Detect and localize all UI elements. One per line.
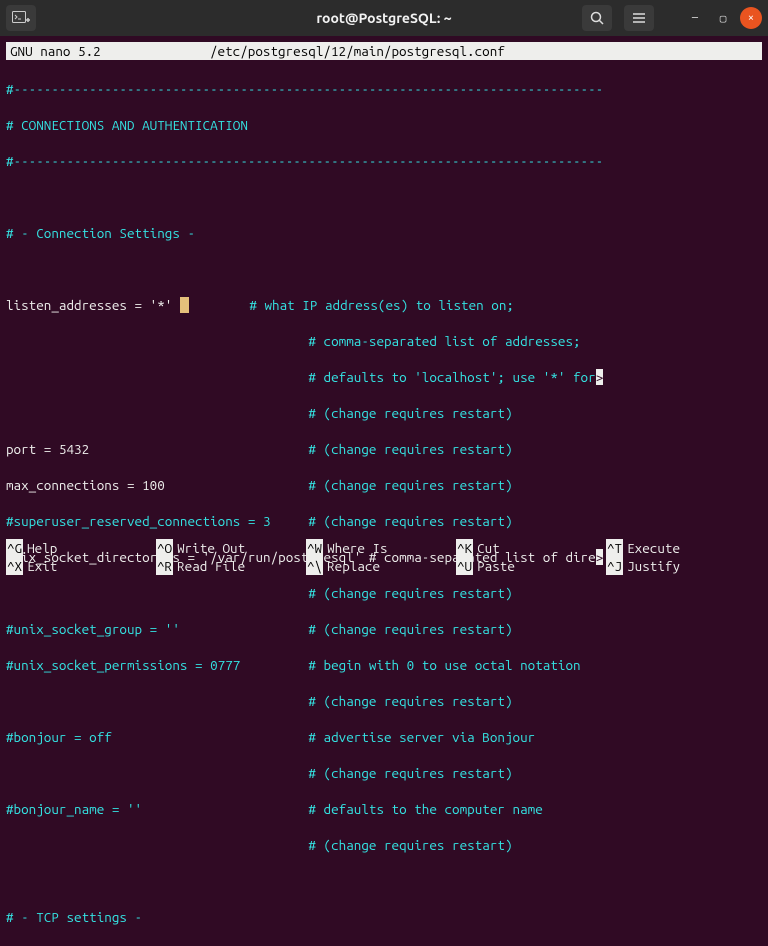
maximize-button[interactable]: ▢ (712, 7, 734, 29)
shortcut-key: ^K (456, 539, 473, 557)
editor-line: # CONNECTIONS AND AUTHENTICATION (6, 116, 762, 134)
shortcut-label: Exit (27, 557, 57, 575)
editor-line: # (change requires restart) (6, 692, 762, 710)
line-text: # defaults to 'localhost'; use '*' for (6, 369, 596, 385)
nano-file-path: /etc/postgresql/12/main/postgresql.conf (210, 42, 758, 60)
shortcut-cut[interactable]: ^KCut (456, 539, 606, 557)
cursor (180, 297, 189, 313)
search-icon (590, 11, 604, 25)
minimize-icon: — (692, 12, 698, 24)
shortcut-writeout[interactable]: ^OWrite Out (156, 539, 306, 557)
hamburger-menu-button[interactable] (624, 5, 654, 31)
line-text: max_connections = 100 (6, 477, 165, 493)
titlebar-left (6, 5, 42, 31)
editor-line: # - TCP settings - (6, 908, 762, 926)
editor-line (6, 260, 762, 278)
shortcut-replace[interactable]: ^\Replace (306, 557, 456, 575)
maximize-icon: ▢ (720, 12, 727, 25)
menu-icon (632, 12, 646, 24)
shortcut-label: Justify (627, 557, 680, 575)
shortcut-help[interactable]: ^GHelp (6, 539, 156, 557)
editor-line: listen_addresses = '*' # what IP address… (6, 296, 762, 314)
editor-line: # - Connection Settings - (6, 224, 762, 242)
shortcut-label: Where Is (327, 539, 387, 557)
shortcut-exit[interactable]: ^XExit (6, 557, 156, 575)
editor-line: #bonjour = off # advertise server via Bo… (6, 728, 762, 746)
shortcut-label: Cut (477, 539, 500, 557)
editor-line: #---------------------------------------… (6, 80, 762, 98)
shortcut-key: ^R (156, 557, 173, 575)
shortcut-key: ^X (6, 557, 23, 575)
editor-line: max_connections = 100 # (change requires… (6, 476, 762, 494)
line-comment: # (change requires restart) (165, 477, 513, 493)
search-button[interactable] (582, 5, 612, 31)
shortcut-row: ^GHelp ^OWrite Out ^WWhere Is ^KCut ^TEx… (6, 539, 762, 557)
editor-line: port = 5432 # (change requires restart) (6, 440, 762, 458)
shortcut-key: ^G (6, 539, 23, 557)
editor-line: # (change requires restart) (6, 764, 762, 782)
shortcut-key: ^W (306, 539, 323, 557)
line-comment: # what IP address(es) to listen on; (189, 297, 514, 313)
shortcut-justify[interactable]: ^JJustify (606, 557, 756, 575)
shortcut-label: Help (27, 539, 57, 557)
editor-line: #unix_socket_permissions = 0777 # begin … (6, 656, 762, 674)
new-tab-button[interactable] (6, 5, 36, 31)
editor-line: #superuser_reserved_connections = 3 # (c… (6, 512, 762, 530)
nano-header-bar: GNU nano 5.2 /etc/postgresql/12/main/pos… (6, 42, 762, 60)
shortcut-execute[interactable]: ^TExecute (606, 539, 756, 557)
shortcut-paste[interactable]: ^UPaste (456, 557, 606, 575)
editor-line: # defaults to 'localhost'; use '*' for> (6, 368, 762, 386)
shortcut-key: ^O (156, 539, 173, 557)
shortcut-readfile[interactable]: ^RRead File (156, 557, 306, 575)
close-button[interactable]: × (740, 7, 762, 29)
line-comment: # (change requires restart) (89, 441, 512, 457)
shortcut-label: Replace (327, 557, 380, 575)
line-text: port = 5432 (6, 441, 89, 457)
shortcut-key: ^T (606, 539, 623, 557)
close-icon: × (748, 12, 754, 24)
shortcut-label: Write Out (177, 539, 245, 557)
shortcut-label: Execute (627, 539, 680, 557)
shortcut-whereis[interactable]: ^WWhere Is (306, 539, 456, 557)
editor-line: #unix_socket_group = '' # (change requir… (6, 620, 762, 638)
minimize-button[interactable]: — (684, 7, 706, 29)
titlebar-right: — ▢ × (582, 5, 762, 31)
overflow-marker: > (596, 369, 604, 385)
editor-line (6, 188, 762, 206)
editor-line: #bonjour_name = '' # defaults to the com… (6, 800, 762, 818)
shortcut-key: ^J (606, 557, 623, 575)
window-titlebar: root@PostgreSQL: ~ — ▢ × (0, 0, 768, 36)
nano-app-name: GNU nano 5.2 (10, 42, 210, 60)
shortcut-label: Read File (177, 557, 245, 575)
shortcut-key: ^U (456, 557, 473, 575)
editor-content[interactable]: #---------------------------------------… (0, 60, 768, 946)
editor-line: #---------------------------------------… (6, 152, 762, 170)
editor-line: # comma-separated list of addresses; (6, 332, 762, 350)
editor-line: # (change requires restart) (6, 404, 762, 422)
line-text: listen_addresses = '*' (6, 297, 180, 313)
nano-shortcuts: ^GHelp ^OWrite Out ^WWhere Is ^KCut ^TEx… (6, 539, 762, 575)
editor-line: # (change requires restart) (6, 836, 762, 854)
terminal-plus-icon (12, 11, 30, 25)
shortcut-key: ^\ (306, 557, 323, 575)
shortcut-label: Paste (477, 557, 515, 575)
editor-line: # (change requires restart) (6, 584, 762, 602)
shortcut-row: ^XExit ^RRead File ^\Replace ^UPaste ^JJ… (6, 557, 762, 575)
editor-line (6, 872, 762, 890)
